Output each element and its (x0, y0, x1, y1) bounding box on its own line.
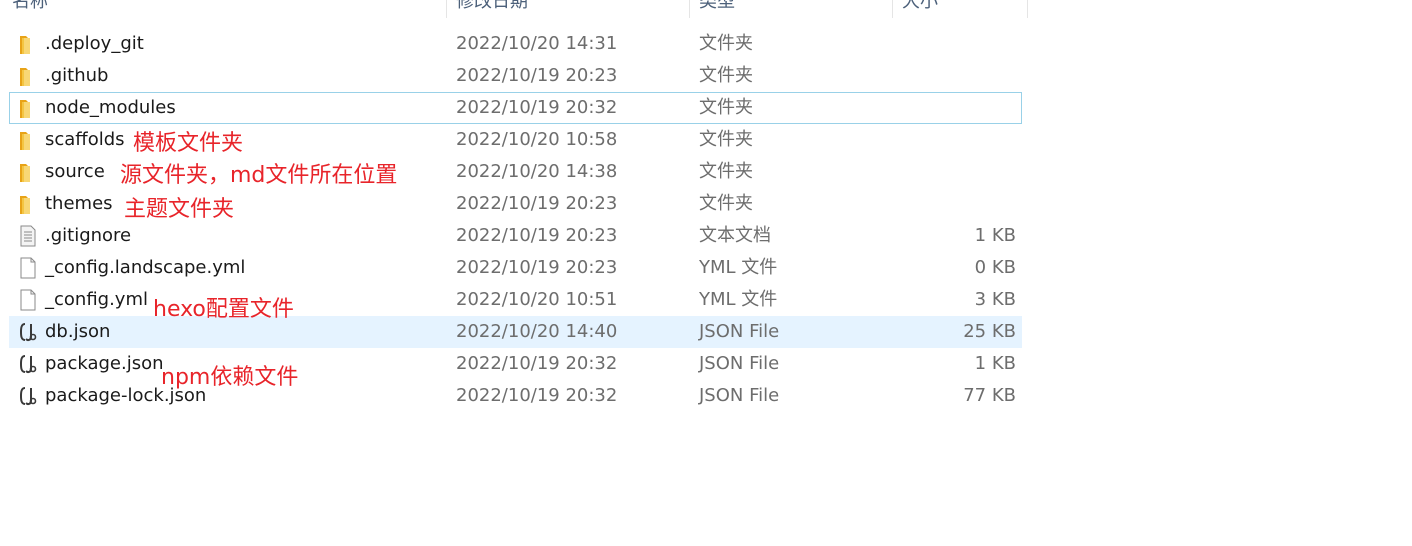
column-header-date[interactable]: 修改日期 (456, 0, 676, 17)
file-size: 25 KB (963, 321, 1016, 342)
file-name: source (45, 161, 105, 182)
column-divider[interactable] (689, 0, 690, 18)
folder-icon (18, 161, 38, 183)
file-name: scaffolds (45, 129, 125, 150)
file-date: 2022/10/20 10:51 (456, 289, 618, 310)
file-size: 0 KB (974, 257, 1016, 278)
column-divider[interactable] (446, 0, 447, 18)
folder-icon (18, 33, 38, 55)
file-name: .gitignore (45, 225, 132, 246)
file-date: 2022/10/19 20:23 (456, 65, 618, 86)
file-size: 77 KB (963, 385, 1016, 406)
file-date: 2022/10/20 14:38 (456, 161, 618, 182)
folder-icon (18, 129, 38, 151)
list-item-deploy-git[interactable]: .deploy_git 2022/10/20 14:31 文件夹 (9, 28, 1022, 60)
file-date: 2022/10/20 14:40 (456, 321, 618, 342)
file-name: themes (45, 193, 113, 214)
file-type: YML 文件 (699, 257, 778, 278)
folder-icon (18, 193, 38, 215)
file-size: 1 KB (974, 353, 1016, 374)
annotation-source: 源文件夹，md文件所在位置 (120, 163, 398, 188)
file-name: node_modules (45, 97, 176, 118)
file-type: 文件夹 (699, 193, 753, 214)
column-header-name[interactable]: 名称 (12, 0, 432, 17)
file-type: JSON File (699, 385, 780, 406)
file-type: JSON File (699, 353, 780, 374)
list-item-node-modules[interactable]: node_modules 2022/10/19 20:32 文件夹 (9, 92, 1022, 124)
file-date: 2022/10/19 20:32 (456, 353, 618, 374)
folder-icon (18, 97, 38, 119)
file-date: 2022/10/19 20:23 (456, 257, 618, 278)
json-file-icon (18, 385, 38, 407)
file-date: 2022/10/19 20:32 (456, 385, 618, 406)
blank-file-icon (18, 257, 38, 279)
list-item-config-landscape[interactable]: _config.landscape.yml 2022/10/19 20:23 Y… (9, 252, 1022, 284)
column-header-size[interactable]: 大小 (902, 0, 1012, 17)
column-header-type[interactable]: 类型 (699, 0, 879, 17)
column-header: 名称 修改日期 类型 大小 (0, 0, 1028, 18)
list-item-github[interactable]: .github 2022/10/19 20:23 文件夹 (9, 60, 1022, 92)
file-name: _config.yml (45, 289, 148, 310)
file-date: 2022/10/20 14:31 (456, 33, 618, 54)
list-item-gitignore[interactable]: .gitignore 2022/10/19 20:23 文本文档 1 KB (9, 220, 1022, 252)
file-date: 2022/10/19 20:23 (456, 193, 618, 214)
file-size: 3 KB (974, 289, 1016, 310)
file-date: 2022/10/19 20:32 (456, 97, 618, 118)
file-type: 文件夹 (699, 65, 753, 86)
json-file-icon (18, 353, 38, 375)
file-name: .deploy_git (45, 33, 144, 54)
file-type: 文件夹 (699, 33, 753, 54)
file-type: 文件夹 (699, 129, 753, 150)
file-type: YML 文件 (699, 289, 778, 310)
folder-icon (18, 65, 38, 87)
file-name: db.json (45, 321, 111, 342)
file-name: package.json (45, 353, 164, 374)
file-type: 文件夹 (699, 97, 753, 118)
file-name: .github (45, 65, 109, 86)
annotation-config: hexo配置文件 (153, 297, 294, 322)
file-size: 1 KB (974, 225, 1016, 246)
annotation-themes: 主题文件夹 (124, 197, 235, 222)
file-type: JSON File (699, 321, 780, 342)
file-date: 2022/10/19 20:23 (456, 225, 618, 246)
annotation-package: npm依赖文件 (161, 365, 299, 390)
file-name: _config.landscape.yml (45, 257, 246, 278)
text-document-icon (18, 225, 38, 247)
file-type: 文本文档 (699, 225, 771, 246)
column-divider[interactable] (1027, 0, 1028, 18)
annotation-scaffolds: 模板文件夹 (133, 131, 244, 156)
column-divider[interactable] (892, 0, 893, 18)
file-type: 文件夹 (699, 161, 753, 182)
json-file-icon (18, 321, 38, 343)
blank-file-icon (18, 289, 38, 311)
file-date: 2022/10/20 10:58 (456, 129, 618, 150)
